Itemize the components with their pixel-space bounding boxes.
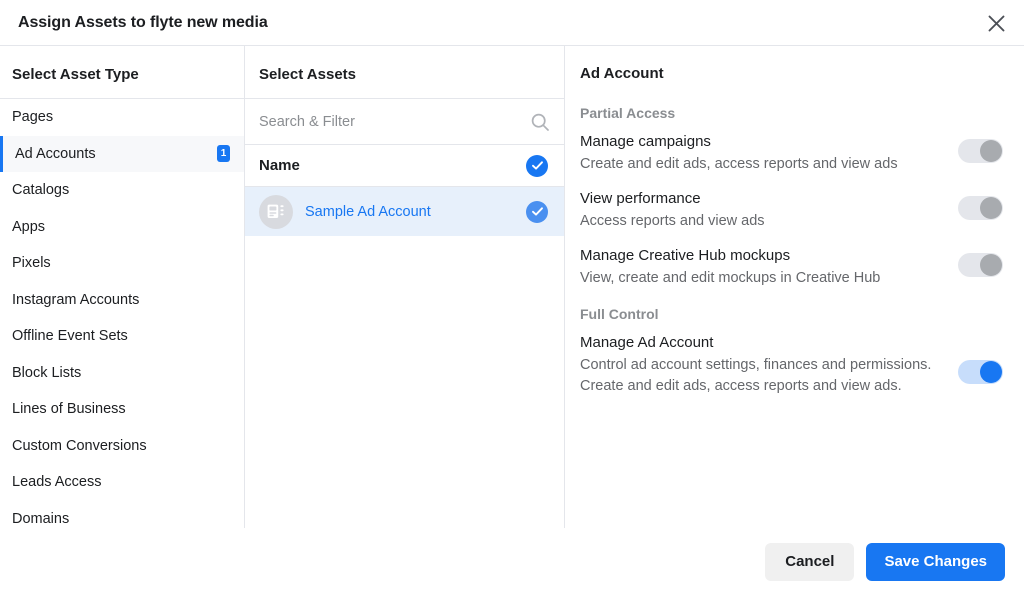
permission-toggle[interactable] (958, 196, 1003, 220)
ad-account-icon (259, 194, 293, 229)
permission-text: View performance Access reports and view … (580, 188, 958, 232)
assign-assets-dialog: Assign Assets to flyte new media Select … (0, 0, 1024, 595)
permission-description: View, create and edit mockups in Creativ… (580, 270, 881, 286)
sidebar-item-catalogs[interactable]: Catalogs (0, 172, 244, 209)
sidebar-item-label: Pixels (12, 255, 51, 272)
permissions-panel: Ad Account Partial Access Manage campaign… (565, 45, 1024, 528)
sidebar-item-domains[interactable]: Domains (0, 501, 244, 529)
assets-heading: Select Assets (259, 66, 357, 83)
sidebar-item-pages[interactable]: Pages (0, 99, 244, 136)
sidebar-item-label: Block Lists (12, 364, 82, 381)
permission-text: Manage Creative Hub mockups View, create … (580, 245, 958, 289)
sidebar-item-label: Pages (12, 109, 54, 126)
sidebar-item-block-lists[interactable]: Block Lists (0, 355, 244, 392)
sidebar-item-apps[interactable]: Apps (0, 209, 244, 246)
sidebar-item-label: Instagram Accounts (12, 291, 140, 308)
sidebar-item-leads-access[interactable]: Leads Access (0, 464, 244, 501)
sidebar-item-ad-accounts[interactable]: Ad Accounts 1 (0, 135, 244, 172)
permission-name: Manage Creative Hub mockups (580, 247, 791, 264)
close-icon[interactable] (980, 7, 1012, 39)
permission-text: Manage Ad Account Control ad account sett… (580, 332, 958, 397)
toggle-knob (980, 197, 1002, 219)
toggle-knob (980, 361, 1002, 383)
permission-description: Access reports and view ads (580, 213, 765, 229)
permission-description: Create and edit ads, access reports and … (580, 156, 898, 172)
toggle-knob (980, 254, 1002, 276)
assets-list[interactable]: Sample Ad Account (245, 187, 564, 236)
sidebar-item-label: Offline Event Sets (12, 328, 128, 345)
search-filter-row[interactable] (245, 98, 564, 145)
permission-toggle[interactable] (958, 139, 1003, 163)
sidebar-item-offline-event-sets[interactable]: Offline Event Sets (0, 318, 244, 355)
permission-section-title: Full Control (580, 306, 659, 322)
permissions-sections: Partial Access Manage campaigns Create and… (580, 105, 1006, 407)
assets-panel: Select Assets Name Sample A (245, 45, 565, 528)
sidebar-item-label: Domains (12, 510, 70, 527)
permission-row: View performance Access reports and view … (580, 185, 1006, 242)
permission-name: View performance (580, 190, 701, 207)
permission-toggle[interactable] (958, 253, 1003, 277)
assets-column-header: Name (245, 145, 564, 187)
page-title: Assign Assets to flyte new media (18, 13, 268, 31)
asset-type-list[interactable]: Pages Ad Accounts 1 Catalogs Apps Pixels Insta… (0, 98, 244, 528)
sidebar-item-label: Apps (12, 218, 46, 235)
permission-toggle[interactable] (958, 360, 1003, 384)
permission-name: Manage Ad Account (580, 334, 714, 351)
select-all-checkbox[interactable] (526, 154, 548, 177)
asset-row-checkbox[interactable] (526, 200, 548, 223)
dialog-body: Select Asset Type Pages Ad Accounts 1 Catal… (0, 45, 1024, 528)
asset-type-heading: Select Asset Type (12, 66, 139, 83)
dialog-header: Assign Assets to flyte new media (0, 0, 1024, 45)
permission-name: Manage campaigns (580, 133, 711, 150)
dialog-footer: Cancel Save Changes (0, 528, 1024, 595)
search-input[interactable] (259, 113, 524, 130)
permissions-heading: Ad Account (580, 65, 664, 82)
asset-list-item[interactable]: Sample Ad Account (245, 187, 564, 236)
asset-type-panel: Select Asset Type Pages Ad Accounts 1 Catal… (0, 45, 245, 528)
sidebar-item-lines-of-business[interactable]: Lines of Business (0, 391, 244, 428)
save-changes-button[interactable]: Save Changes (866, 542, 1005, 581)
column-header-name: Name (259, 157, 300, 174)
sidebar-item-label: Catalogs (12, 182, 70, 199)
permission-row: Manage Ad Account Control ad account sett… (580, 329, 1006, 407)
cancel-button[interactable]: Cancel (765, 542, 855, 581)
sidebar-item-custom-conversions[interactable]: Custom Conversions (0, 428, 244, 465)
sidebar-item-instagram-accounts[interactable]: Instagram Accounts (0, 282, 244, 319)
permission-text: Manage campaigns Create and edit ads, acc… (580, 131, 958, 175)
sidebar-item-label: Custom Conversions (12, 437, 147, 454)
sidebar-item-count-badge: 1 (217, 145, 230, 163)
permission-row: Manage Creative Hub mockups View, create … (580, 242, 1006, 299)
sidebar-item-pixels[interactable]: Pixels (0, 245, 244, 282)
asset-name-link[interactable]: Sample Ad Account (305, 204, 526, 220)
sidebar-item-label: Lines of Business (12, 401, 126, 418)
permission-row: Manage campaigns Create and edit ads, acc… (580, 128, 1006, 185)
permission-section-title: Partial Access (580, 105, 676, 121)
toggle-knob (980, 140, 1002, 162)
search-icon[interactable] (530, 112, 550, 132)
sidebar-item-label: Leads Access (12, 474, 102, 491)
permission-description: Control ad account settings, finances an… (580, 357, 932, 394)
sidebar-item-label: Ad Accounts (15, 145, 96, 162)
